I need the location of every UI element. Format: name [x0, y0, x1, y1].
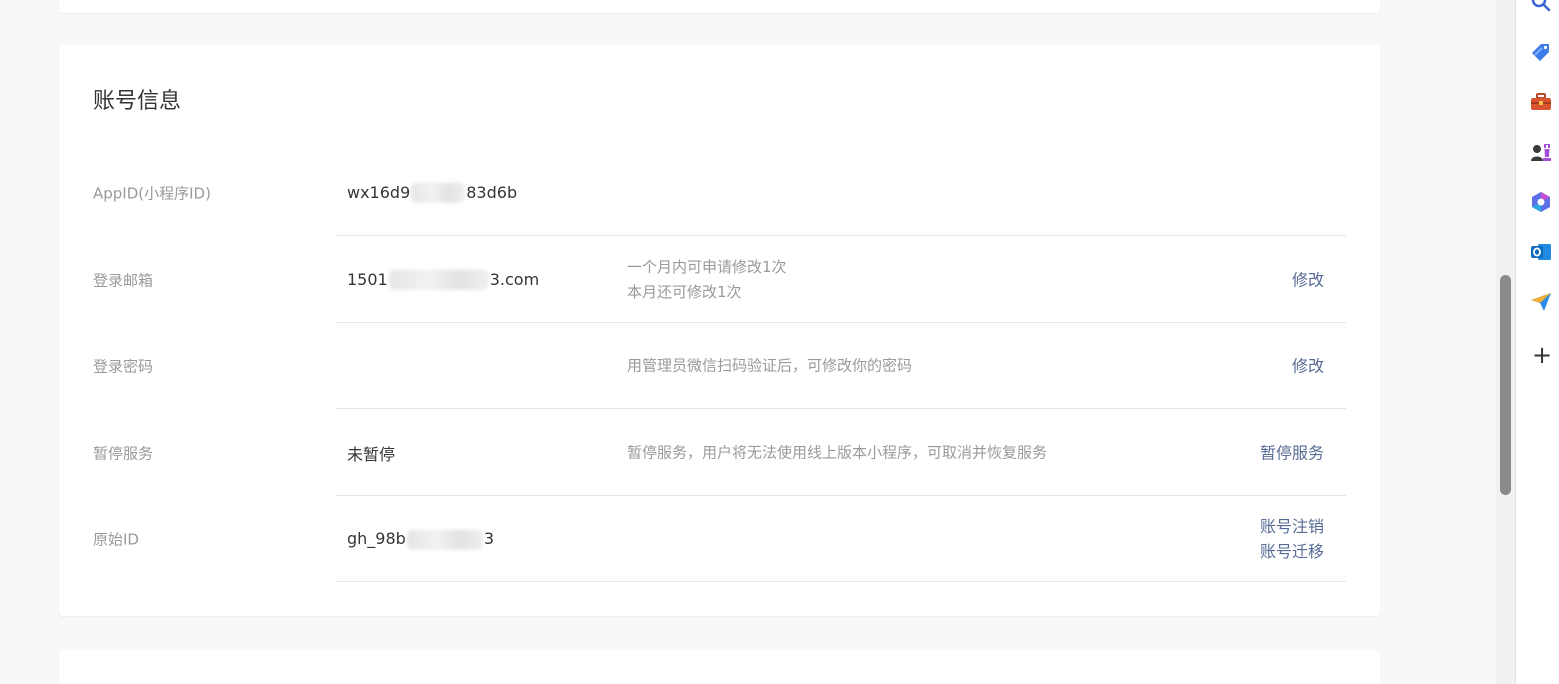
email-value: 1501 3.com [347, 269, 539, 290]
search-icon[interactable] [1529, 0, 1553, 14]
original-id-row: 原始ID gh_98b 3 账号注销 账号迁移 [59, 496, 1380, 582]
next-card [59, 650, 1380, 684]
original-id-value-start: gh_98b [347, 528, 406, 548]
page-scrollbar-thumb[interactable] [1500, 275, 1511, 495]
redacted-block [406, 529, 483, 550]
appid-row: AppID(小程序ID) wx16d9 83d6b [59, 149, 1380, 236]
password-row: 登录密码 用管理员微信扫码验证后，可修改你的密码 修改 [59, 323, 1380, 409]
row-divider [336, 581, 1346, 582]
email-desc-line2: 本月还可修改1次 [627, 282, 742, 301]
original-id-label: 原始ID [93, 530, 139, 549]
migrate-account-link[interactable]: 账号迁移 [1260, 539, 1324, 564]
page: 账号信息 AppID(小程序ID) wx16d9 83d6b 登录邮箱 1501 3… [0, 0, 1559, 684]
redacted-block [411, 182, 466, 203]
email-desc: 一个月内可申请修改1次 本月还可修改1次 [627, 255, 787, 305]
appid-label: AppID(小程序ID) [93, 184, 211, 202]
account-info-card: 账号信息 AppID(小程序ID) wx16d9 83d6b 登录邮箱 1501 3… [59, 45, 1380, 616]
chess-icon[interactable] [1529, 140, 1553, 164]
add-icon[interactable]: + [1531, 343, 1553, 367]
appid-value-end: 83d6b [466, 182, 518, 202]
email-label: 登录邮箱 [93, 271, 154, 289]
original-id-value-end: 3 [483, 528, 494, 548]
edit-password-link[interactable]: 修改 [1292, 354, 1324, 379]
email-desc-line1: 一个月内可申请修改1次 [627, 257, 787, 276]
send-icon[interactable] [1529, 290, 1553, 314]
email-value-end: 3.com [489, 269, 540, 289]
suspend-row: 暂停服务 未暂停 暂停服务，用户将无法使用线上版本小程序，可取消并恢复服务 暂停… [59, 409, 1380, 496]
original-id-actions: 账号注销 账号迁移 [1260, 514, 1324, 564]
appid-value: wx16d9 83d6b [347, 182, 517, 203]
email-value-start: 1501 [347, 269, 388, 289]
cancel-account-link[interactable]: 账号注销 [1260, 514, 1324, 539]
password-desc: 用管理员微信扫码验证后，可修改你的密码 [627, 356, 913, 375]
suspend-value: 未暂停 [347, 444, 396, 464]
outlook-icon[interactable] [1529, 240, 1553, 264]
toolbox-icon[interactable] [1529, 90, 1553, 114]
tag-icon[interactable] [1529, 40, 1553, 64]
previous-card [59, 0, 1380, 13]
appid-value-start: wx16d9 [347, 182, 411, 202]
browser-sidebar: + [1515, 0, 1559, 684]
password-label: 登录密码 [93, 357, 154, 376]
redacted-block [388, 269, 489, 290]
suspend-service-link[interactable]: 暂停服务 [1260, 440, 1324, 465]
card-title: 账号信息 [93, 89, 182, 114]
email-row: 登录邮箱 1501 3.com 一个月内可申请修改1次 本月还可修改1次 修改 [59, 236, 1380, 323]
suspend-label: 暂停服务 [93, 444, 154, 462]
edit-email-link[interactable]: 修改 [1292, 267, 1324, 292]
original-id-value: gh_98b 3 [347, 529, 494, 550]
suspend-desc: 暂停服务，用户将无法使用线上版本小程序，可取消并恢复服务 [627, 443, 1048, 461]
copilot-icon[interactable] [1529, 190, 1553, 214]
